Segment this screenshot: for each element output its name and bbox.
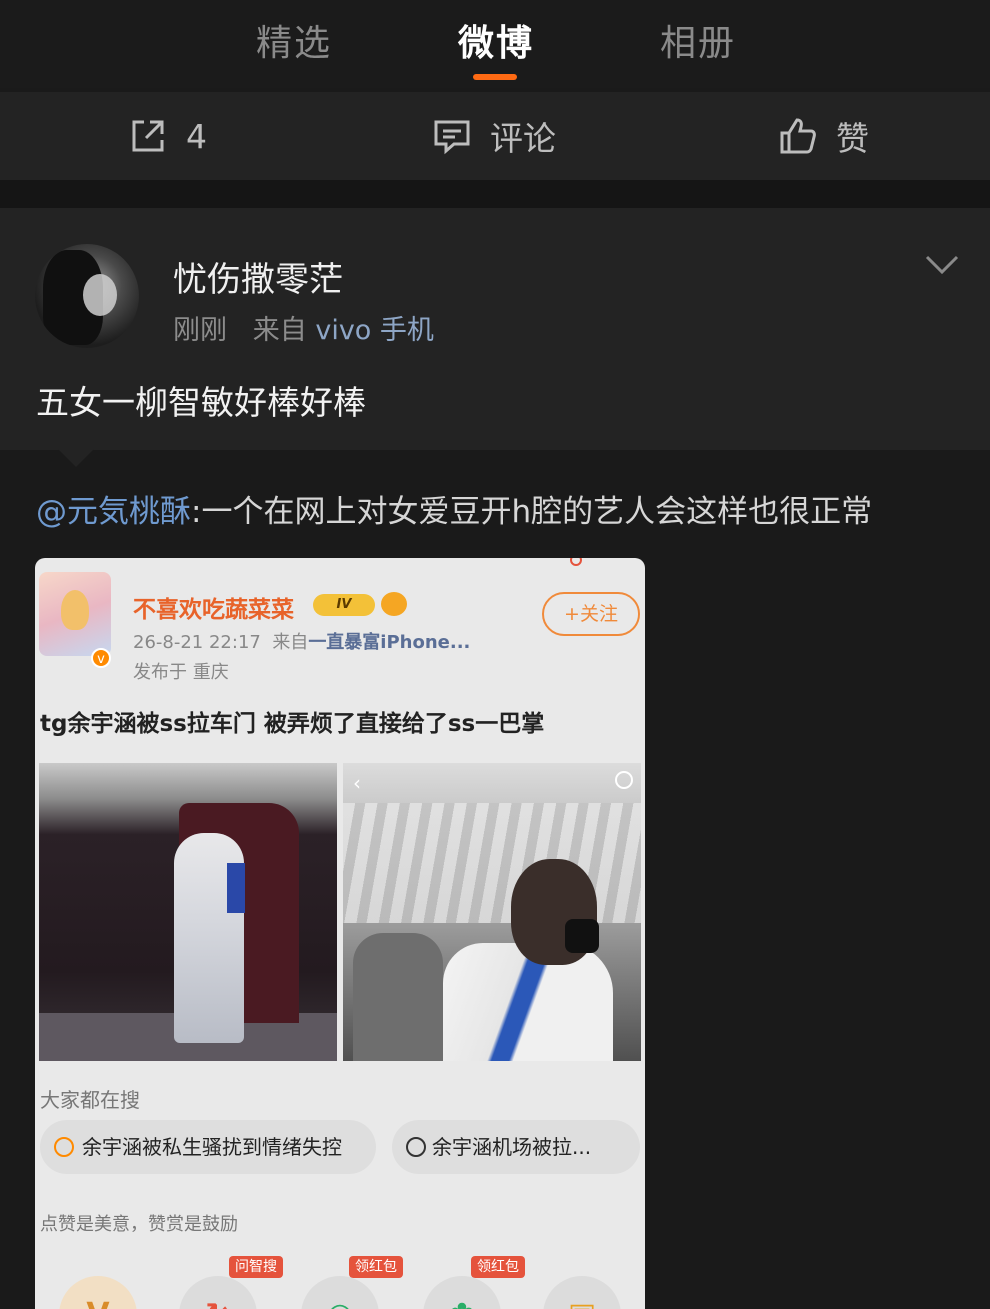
embedded-screenshot-image[interactable]: v 不喜欢吃蔬菜菜 IV +关注 26-8-21 22:17 来自一直暴富iPh… [35, 558, 645, 1309]
embedded-time: 26-8-21 22:17 [133, 632, 261, 653]
post-time: 刚刚 [173, 315, 227, 346]
post-card: 忧伤撒零茫 刚刚 来自 vivo 手机 五女一柳智敏好棒好棒 [0, 208, 990, 450]
embedded-source: 一直暴富iPhone... [308, 632, 471, 653]
vip-icon: V [59, 1276, 137, 1309]
embedded-tag: 问智搜 [229, 1256, 283, 1278]
embedded-search-section: 大家都在搜 [40, 1088, 140, 1112]
embedded-title: tg余宇涵被ss拉车门 被弄烦了直接给了ss一巴掌 [40, 711, 545, 737]
search-pill-label: 余宇涵机场被拉... [432, 1135, 592, 1159]
tab-featured[interactable]: 精选 [256, 14, 332, 66]
verified-badge-icon: v [91, 648, 111, 668]
embedded-location: 发布于 重庆 [133, 662, 229, 683]
tab-weibo[interactable]: 微博 [458, 14, 534, 66]
tab-album[interactable]: 相册 [660, 14, 736, 66]
embedded-follow-button: +关注 [542, 592, 640, 636]
image-icon: ▣ [543, 1276, 621, 1309]
search-icon [406, 1137, 426, 1157]
embedded-photo-car [39, 763, 337, 1061]
embedded-reward-section: 点赞是美意，赞赏是鼓励 [40, 1214, 238, 1235]
embedded-search-pill: 余宇涵被私生骚扰到情绪失控 [40, 1120, 376, 1174]
notification-dot [570, 558, 582, 566]
share-icon [132, 120, 164, 152]
refresh-icon: ↻ [179, 1276, 257, 1309]
emoji-badge-icon [381, 592, 407, 616]
like-label: 赞 [836, 119, 869, 158]
repost-count: 4 [186, 116, 207, 156]
hot-search-icon [54, 1137, 74, 1157]
embedded-tag: 领红包 [471, 1256, 525, 1278]
chevron-down-icon[interactable] [924, 252, 960, 278]
repost-body: :一个在网上对女爱豆开h腔的艺人会这样也很正常 [191, 494, 873, 530]
comment-label: 评论 [490, 119, 556, 158]
embedded-source-prefix: 来自 [272, 632, 309, 653]
wechat-icon: ◎ [301, 1276, 379, 1309]
active-tab-indicator [473, 74, 517, 80]
thumbs-up-icon [780, 118, 816, 154]
embedded-search-pill: 余宇涵机场被拉... [392, 1120, 640, 1174]
search-pill-label: 余宇涵被私生骚扰到情绪失控 [82, 1135, 342, 1159]
repost-pointer [58, 449, 94, 467]
post-username[interactable]: 忧伤撒零茫 [173, 252, 343, 301]
repost-button[interactable]: 4 [128, 92, 207, 180]
embedded-avatar: v [39, 572, 111, 668]
comment-button[interactable]: 评论 [432, 92, 556, 180]
embedded-tag: 领红包 [349, 1256, 403, 1278]
repost-text: @元気桃酥:一个在网上对女爱豆开h腔的艺人会这样也很正常 [36, 486, 872, 531]
action-bar: 4 评论 赞 [0, 92, 990, 180]
search-icon [615, 771, 633, 789]
level-badge: IV [313, 594, 375, 616]
embedded-meta: 26-8-21 22:17 来自一直暴富iPhone... [133, 628, 470, 654]
post-text: 五女一柳智敏好棒好棒 [36, 383, 366, 422]
embedded-username: 不喜欢吃蔬菜菜 [133, 597, 294, 623]
chevron-left-icon: ‹ [353, 771, 361, 795]
post-source-prefix: 来自 [252, 315, 307, 346]
repost-content[interactable]: @元気桃酥:一个在网上对女爱豆开h腔的艺人会这样也很正常 v 不喜欢吃蔬菜菜 I… [0, 449, 990, 1309]
top-tab-bar: 精选 微博 相册 [0, 0, 990, 88]
section-divider [0, 180, 990, 208]
post-meta: 刚刚 来自 vivo 手机 [173, 308, 434, 347]
avatar[interactable] [35, 244, 139, 348]
like-button[interactable]: 赞 [778, 92, 869, 180]
post-device[interactable]: vivo 手机 [315, 315, 434, 346]
embedded-photo-airport: ‹ [343, 763, 641, 1061]
repost-mention[interactable]: @元気桃酥 [36, 494, 191, 530]
comment-icon [434, 120, 470, 155]
moments-icon: ✿ [423, 1276, 501, 1309]
